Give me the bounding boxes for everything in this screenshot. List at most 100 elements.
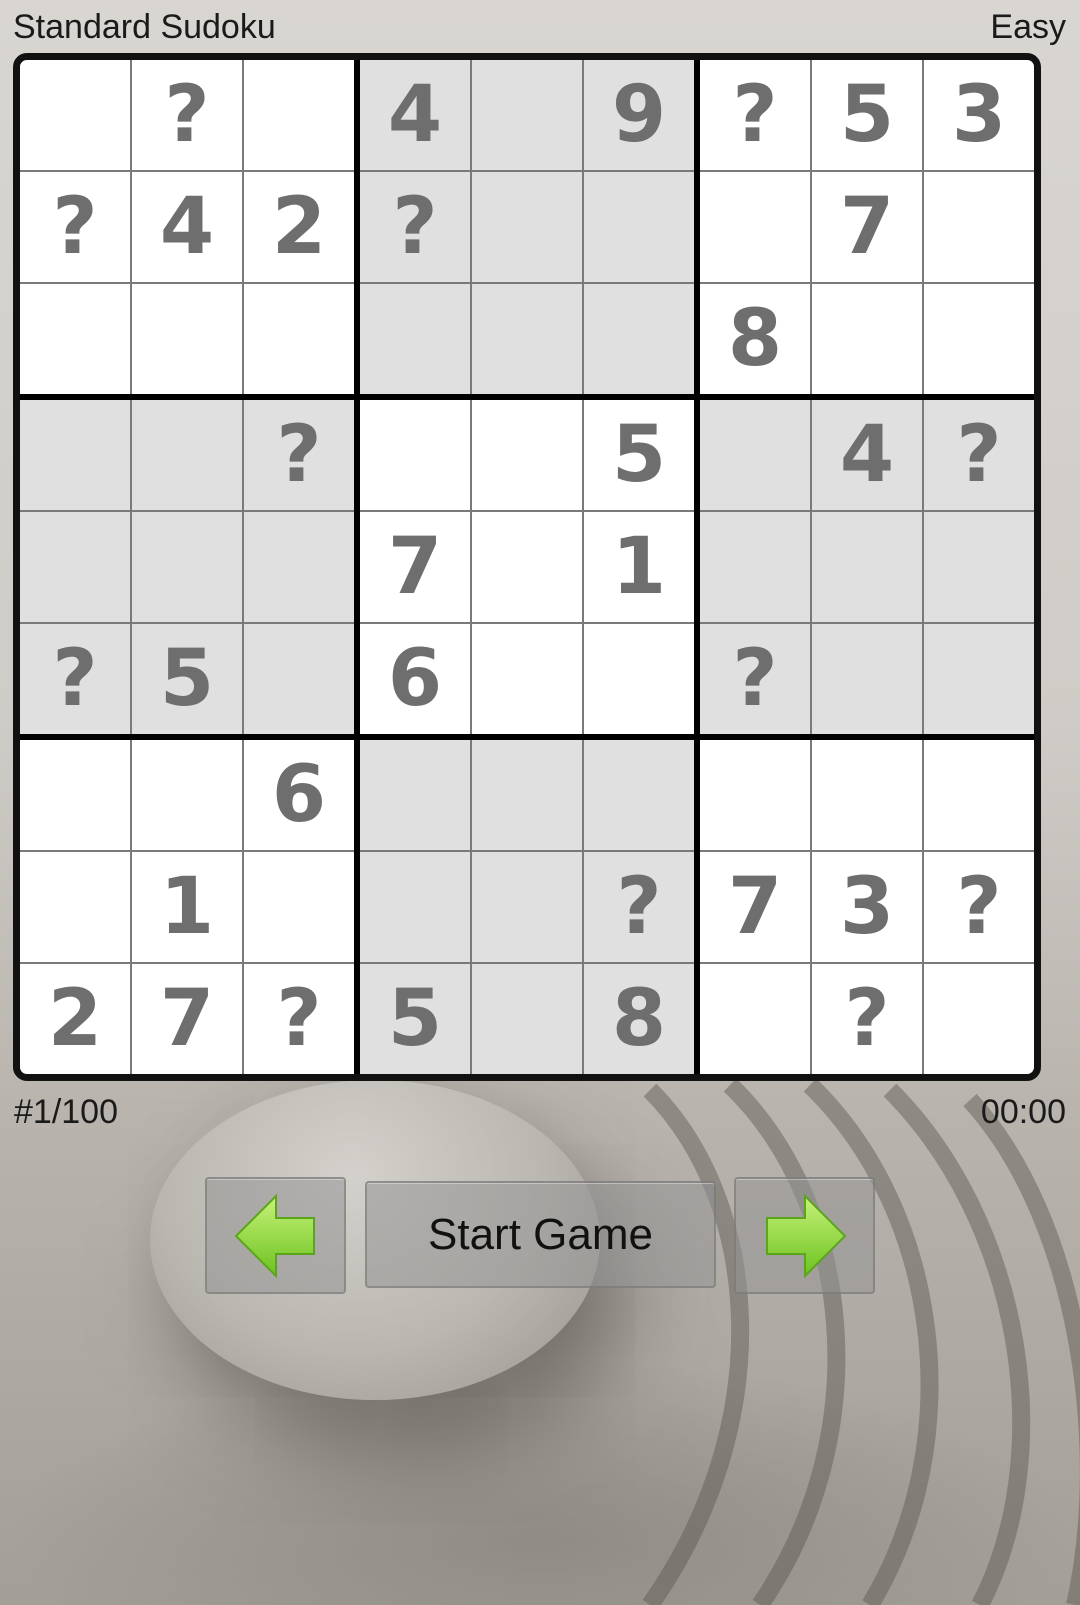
sudoku-box: 4 9?	[360, 60, 694, 394]
sudoku-cell[interactable]: 1	[132, 852, 242, 962]
sudoku-cell[interactable]	[584, 284, 694, 394]
sudoku-box: 6 1 2 7?	[20, 740, 354, 1074]
sudoku-cell[interactable]: 7	[132, 964, 242, 1074]
sudoku-cell[interactable]	[472, 740, 582, 850]
sudoku-cell[interactable]	[924, 624, 1034, 734]
sudoku-cell[interactable]: ?	[584, 852, 694, 962]
sudoku-cell[interactable]: 4	[360, 60, 470, 170]
sudoku-cell[interactable]: ?	[20, 172, 130, 282]
sudoku-cell[interactable]	[20, 400, 130, 510]
sudoku-cell[interactable]: 5	[812, 60, 922, 170]
sudoku-cell[interactable]: 3	[924, 60, 1034, 170]
sudoku-cell[interactable]: ?	[244, 400, 354, 510]
difficulty-label[interactable]: Easy	[990, 8, 1066, 47]
sudoku-cell[interactable]	[20, 512, 130, 622]
start-game-label: Start Game	[428, 1209, 653, 1259]
sudoku-cell[interactable]	[20, 740, 130, 850]
sudoku-cell[interactable]	[924, 284, 1034, 394]
sudoku-cell[interactable]: 8	[700, 284, 810, 394]
start-game-button[interactable]: Start Game	[365, 1181, 716, 1288]
arrow-left-icon	[234, 1193, 315, 1278]
sudoku-cell[interactable]	[20, 852, 130, 962]
sudoku-cell[interactable]	[812, 740, 922, 850]
sudoku-cell[interactable]	[700, 172, 810, 282]
sudoku-cell[interactable]	[812, 284, 922, 394]
sudoku-cell[interactable]	[360, 400, 470, 510]
sudoku-cell[interactable]: ?	[700, 60, 810, 170]
sudoku-cell[interactable]	[244, 60, 354, 170]
sudoku-cell[interactable]	[584, 740, 694, 850]
sudoku-cell[interactable]: 5	[132, 624, 242, 734]
sudoku-cell[interactable]	[20, 284, 130, 394]
sudoku-cell[interactable]: 4	[132, 172, 242, 282]
game-title: Standard Sudoku	[13, 8, 276, 46]
sudoku-board: ?? 4 2 4 9?? 5 3 7 8?? 5 5 7 1 6 4?? 6 1 2 7?? 5 8 7 3??	[13, 53, 1041, 1081]
sudoku-cell[interactable]: 2	[20, 964, 130, 1074]
sudoku-cell[interactable]	[132, 400, 242, 510]
sudoku-cell[interactable]	[472, 60, 582, 170]
sudoku-cell[interactable]: 5	[584, 400, 694, 510]
sudoku-cell[interactable]	[812, 624, 922, 734]
sudoku-cell[interactable]	[360, 284, 470, 394]
sudoku-cell[interactable]: 9	[584, 60, 694, 170]
sudoku-box: 7 3??	[700, 740, 1034, 1074]
sudoku-cell[interactable]	[132, 740, 242, 850]
next-puzzle-button[interactable]	[734, 1177, 875, 1294]
sudoku-cell[interactable]: 8	[584, 964, 694, 1074]
sudoku-cell[interactable]: ?	[360, 172, 470, 282]
sudoku-cell[interactable]: 3	[812, 852, 922, 962]
sudoku-cell[interactable]: 7	[360, 512, 470, 622]
sudoku-cell[interactable]: ?	[20, 624, 130, 734]
sudoku-cell[interactable]	[584, 172, 694, 282]
sudoku-cell[interactable]: 7	[700, 852, 810, 962]
sudoku-box: 4??	[700, 400, 1034, 734]
sudoku-box: ? 5 3 7 8	[700, 60, 1034, 394]
sudoku-cell[interactable]	[472, 400, 582, 510]
sudoku-cell[interactable]: ?	[700, 624, 810, 734]
sudoku-cell[interactable]: ?	[244, 964, 354, 1074]
sudoku-cell[interactable]	[584, 624, 694, 734]
sudoku-cell[interactable]	[360, 852, 470, 962]
sudoku-box: ?? 4 2	[20, 60, 354, 394]
sudoku-cell[interactable]: ?	[924, 400, 1034, 510]
sudoku-cell[interactable]	[924, 512, 1034, 622]
sudoku-cell[interactable]: 2	[244, 172, 354, 282]
sudoku-cell[interactable]: 5	[360, 964, 470, 1074]
game-timer: 00:00	[980, 1093, 1066, 1131]
sudoku-cell[interactable]	[244, 624, 354, 734]
sudoku-cell[interactable]	[924, 172, 1034, 282]
sudoku-box: 5 7 1 6	[360, 400, 694, 734]
sudoku-cell[interactable]	[472, 284, 582, 394]
sudoku-cell[interactable]	[472, 624, 582, 734]
sudoku-cell[interactable]	[132, 512, 242, 622]
previous-puzzle-button[interactable]	[205, 1177, 346, 1294]
sudoku-cell[interactable]: 6	[360, 624, 470, 734]
sudoku-cell[interactable]	[360, 740, 470, 850]
sudoku-cell[interactable]: 4	[812, 400, 922, 510]
sudoku-cell[interactable]	[244, 512, 354, 622]
sudoku-cell[interactable]	[20, 60, 130, 170]
sudoku-cell[interactable]	[244, 284, 354, 394]
sudoku-cell[interactable]	[812, 512, 922, 622]
sudoku-cell[interactable]	[132, 284, 242, 394]
sudoku-box: ? 5 8	[360, 740, 694, 1074]
sudoku-cell[interactable]	[244, 852, 354, 962]
sudoku-cell[interactable]	[700, 512, 810, 622]
sudoku-cell[interactable]: 1	[584, 512, 694, 622]
sudoku-cell[interactable]: ?	[812, 964, 922, 1074]
sudoku-cell[interactable]	[700, 964, 810, 1074]
sudoku-cell[interactable]	[472, 172, 582, 282]
sudoku-cell[interactable]: ?	[924, 852, 1034, 962]
puzzle-number: #1/100	[14, 1093, 118, 1131]
sudoku-cell[interactable]	[472, 964, 582, 1074]
sudoku-cell[interactable]	[924, 740, 1034, 850]
arrow-right-icon	[765, 1193, 846, 1278]
sudoku-cell[interactable]: ?	[132, 60, 242, 170]
sudoku-cell[interactable]	[924, 964, 1034, 1074]
sudoku-cell[interactable]: 7	[812, 172, 922, 282]
sudoku-cell[interactable]	[700, 740, 810, 850]
sudoku-cell[interactable]	[472, 852, 582, 962]
sudoku-cell[interactable]	[472, 512, 582, 622]
sudoku-cell[interactable]: 6	[244, 740, 354, 850]
sudoku-cell[interactable]	[700, 400, 810, 510]
